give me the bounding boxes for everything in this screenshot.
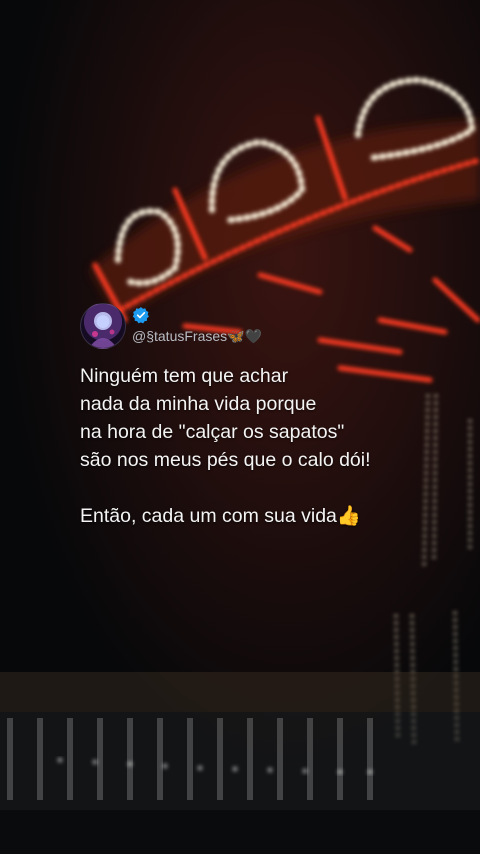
post-card: @§tatusFrases🦋🖤 Ninguém tem que achar na… <box>80 303 460 530</box>
username-handle[interactable]: @§tatusFrases🦋🖤 <box>132 328 262 345</box>
verified-badge-icon <box>132 307 149 324</box>
post-meta: @§tatusFrases🦋🖤 <box>132 304 332 348</box>
post-text: Ninguém tem que achar nada da minha vida… <box>80 365 371 527</box>
avatar-icon[interactable] <box>80 303 126 349</box>
post-header: @§tatusFrases🦋🖤 <box>80 303 460 349</box>
